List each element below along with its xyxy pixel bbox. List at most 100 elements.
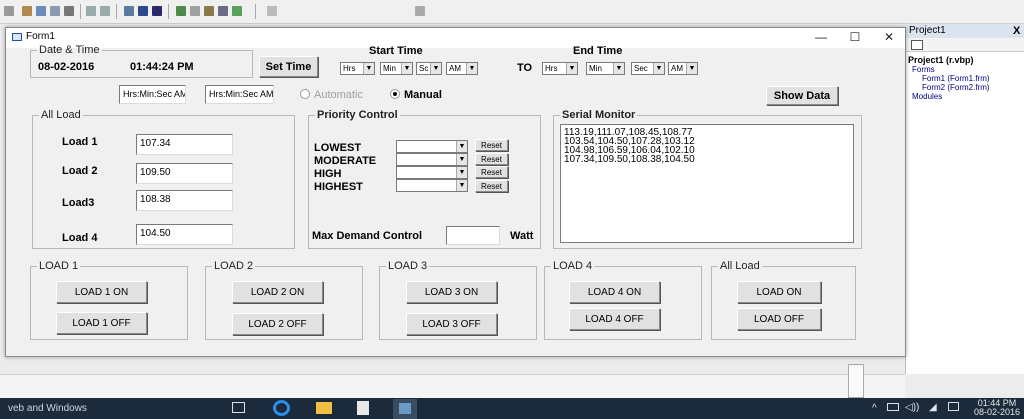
start-time-textbox[interactable]: Hrs:Min:Sec AM	[119, 85, 186, 104]
break-icon[interactable]	[138, 6, 148, 16]
end-seconds-select[interactable]: Sec ▼	[631, 62, 665, 75]
load-4-on-button[interactable]: LOAD 4 ON	[569, 281, 660, 303]
load-2-on-button[interactable]: LOAD 2 ON	[232, 281, 323, 303]
find-icon[interactable]	[64, 6, 74, 16]
action-center-icon[interactable]	[948, 402, 959, 411]
view-object-icon[interactable]	[911, 40, 923, 50]
load-3-value[interactable]: 108.38	[136, 190, 233, 211]
project-toolbar	[905, 38, 1024, 52]
load-2-value[interactable]: 109.50	[136, 163, 233, 184]
toolbox-icon[interactable]	[232, 6, 242, 16]
priority-legend: Priority Control	[317, 109, 398, 121]
toolbar-grip-icon	[4, 6, 14, 16]
automatic-radio[interactable]: Automatic	[300, 89, 363, 101]
moderate-label: MODERATE	[314, 155, 377, 167]
tree-modules-folder[interactable]: Modules	[912, 92, 942, 102]
file-explorer-icon[interactable]	[316, 402, 332, 414]
lowest-label: LOWEST	[314, 142, 362, 154]
start-ampm-select[interactable]: AM ▼	[446, 62, 478, 75]
clock-date: 08-02-2016	[974, 407, 1021, 417]
end-time-textbox[interactable]: Hrs:Min:Sec AM	[205, 85, 274, 104]
moderate-select[interactable]: ▼	[396, 153, 468, 166]
end-time-label: End Time	[573, 45, 623, 57]
redo-icon[interactable]	[100, 6, 110, 16]
manual-radio[interactable]: Manual	[390, 89, 442, 101]
taskbar-clock[interactable]: 01:44 PM 08-02-2016	[974, 399, 1020, 417]
minimize-button[interactable]: —	[804, 28, 838, 48]
to-label: TO	[517, 62, 533, 74]
taskbar	[0, 398, 1024, 419]
volume-icon[interactable]: ◁))	[905, 402, 919, 413]
load-off-button[interactable]: LOAD OFF	[737, 308, 821, 330]
serial-line: 107.34,109.50,108.38,104.50	[564, 154, 695, 165]
max-demand-input[interactable]	[446, 226, 500, 245]
load-3-on-button[interactable]: LOAD 3 ON	[406, 281, 497, 303]
load-2-label: Load 2	[62, 165, 98, 177]
radio-circle-selected	[390, 89, 400, 99]
network-icon[interactable]: ◢	[929, 402, 937, 413]
load-3-off-button[interactable]: LOAD 3 OFF	[406, 313, 497, 335]
all-load-legend: All Load	[41, 109, 81, 121]
load-4-value[interactable]: 104.50	[136, 224, 233, 245]
project-explorer-title: Project1	[905, 24, 1024, 38]
project-close-button[interactable]: X	[1013, 24, 1024, 38]
taskbar-search[interactable]: veb and Windows	[8, 403, 87, 414]
object-browser-icon[interactable]	[218, 6, 228, 16]
high-label: HIGH	[314, 168, 342, 180]
load-1-label: Load 1	[62, 136, 98, 148]
start-seconds-select[interactable]: Sc ▼	[416, 62, 442, 75]
load-1-on-button[interactable]: LOAD 1 ON	[56, 281, 147, 303]
serial-monitor-text[interactable]: 113.19,111.07,108.45,108.77 103.54,104.5…	[560, 124, 854, 243]
maximize-button[interactable]: ☐	[838, 28, 872, 48]
reset-lowest-button[interactable]: Reset	[475, 139, 508, 151]
close-button[interactable]: ✕	[872, 28, 906, 48]
reset-high-button[interactable]: Reset	[475, 166, 508, 178]
start-hours-select[interactable]: Hrs ▼	[340, 62, 375, 75]
highest-select[interactable]: ▼	[396, 179, 468, 192]
store-icon[interactable]	[357, 401, 369, 415]
load-4-off-button[interactable]: LOAD 4 OFF	[569, 308, 660, 330]
ide-toolbar	[0, 0, 1024, 24]
undo-icon[interactable]	[86, 6, 96, 16]
battery-icon[interactable]	[887, 403, 899, 411]
reset-highest-button[interactable]: Reset	[475, 180, 508, 192]
load-1-off-button[interactable]: LOAD 1 OFF	[56, 312, 147, 334]
form-icon	[12, 33, 22, 41]
form-layout-icon[interactable]	[204, 6, 214, 16]
start-time-label: Start Time	[369, 45, 423, 57]
cut-icon[interactable]	[22, 6, 32, 16]
form-title: Form1	[26, 31, 55, 42]
show-data-button[interactable]: Show Data	[766, 86, 838, 105]
tray-chevron-icon[interactable]: ^	[872, 403, 877, 414]
set-time-button[interactable]: Set Time	[259, 56, 318, 77]
edge-browser-icon[interactable]	[273, 400, 290, 416]
start-minutes-select[interactable]: Min ▼	[380, 62, 413, 75]
end-hours-select[interactable]: Hrs ▼	[542, 62, 578, 75]
vb-icon	[399, 403, 411, 414]
max-demand-label: Max Demand Control	[312, 230, 423, 242]
paste-icon[interactable]	[50, 6, 60, 16]
all-load-control-legend: All Load	[720, 260, 760, 272]
load-4-group-legend: LOAD 4	[553, 260, 593, 272]
start-icon[interactable]	[124, 6, 134, 16]
lowest-select[interactable]: ▼	[396, 140, 468, 153]
load-3-label: Load3	[62, 197, 95, 209]
properties-icon[interactable]	[190, 6, 200, 16]
stop-icon[interactable]	[152, 6, 162, 16]
end-minutes-select[interactable]: Min ▼	[586, 62, 625, 75]
load-2-group-legend: LOAD 2	[214, 260, 254, 272]
load-2-off-button[interactable]: LOAD 2 OFF	[232, 313, 323, 335]
load-1-group-legend: LOAD 1	[39, 260, 79, 272]
project-explorer-icon[interactable]	[176, 6, 186, 16]
tree-project[interactable]: Project1 (r.vbp)	[908, 55, 974, 65]
load-on-button[interactable]: LOAD ON	[737, 281, 821, 303]
load-1-value[interactable]: 107.34	[136, 134, 233, 155]
vb-ide-taskbar-button[interactable]	[393, 399, 417, 419]
end-ampm-select[interactable]: AM ▼	[668, 62, 698, 75]
task-view-icon[interactable]	[232, 402, 245, 413]
load-3-group-legend: LOAD 3	[388, 260, 428, 272]
copy-icon[interactable]	[36, 6, 46, 16]
vertical-scrollbar[interactable]	[848, 364, 864, 398]
reset-moderate-button[interactable]: Reset	[475, 153, 508, 165]
high-select[interactable]: ▼	[396, 166, 468, 179]
